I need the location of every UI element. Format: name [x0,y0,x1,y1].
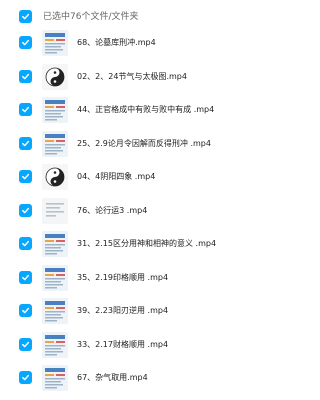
file-row[interactable]: 67、杂气取用.mp4 [0,361,280,394]
file-checkbox-icon[interactable] [19,69,32,83]
video-thumbnail [42,63,68,90]
file-checkbox-icon[interactable] [19,304,32,317]
file-row[interactable]: 44、正官格成中有败与败中有成 .mp4 [0,93,280,126]
video-thumbnail [42,97,68,123]
file-name: 39、2.23阳刃逆用 .mp4 [77,306,169,315]
selection-count-text: 已选中76个文件/文件夹 [43,12,139,22]
video-thumbnail [42,365,68,391]
file-checkbox-icon[interactable] [19,371,32,384]
video-thumbnail [42,298,68,324]
file-name: 68、论墓库刑冲.mp4 [77,38,156,47]
video-thumbnail [42,30,68,56]
file-checkbox-icon[interactable] [19,170,32,183]
file-name: 67、杂气取用.mp4 [77,373,148,382]
file-name: 04、4阴阳四象 .mp4 [77,172,156,181]
video-thumbnail [42,164,68,190]
file-checkbox-icon[interactable] [19,36,32,49]
video-thumbnail [42,231,68,257]
file-name: 44、正官格成中有败与败中有成 .mp4 [77,105,215,114]
file-row[interactable]: 31、2.15区分用神和相神的意义 .mp4 [0,227,280,260]
file-row[interactable]: 02、2、24节气与太极图.mp4 [0,60,280,93]
file-row[interactable]: 68、论墓库刑冲.mp4 [0,26,280,59]
file-checkbox-icon[interactable] [19,237,32,250]
file-checkbox-icon[interactable] [19,136,32,150]
file-row[interactable]: 39、2.23阳刃逆用 .mp4 [0,294,280,327]
file-row[interactable]: 04、4阴阳四象 .mp4 [0,160,280,193]
file-name: 35、2.19印格顺用 .mp4 [77,272,169,282]
file-name: 25、2.9论月令因解而反得刑冲 .mp4 [77,138,211,148]
file-row[interactable]: 76、论行运3 .mp4 [0,194,280,227]
file-checkbox-icon[interactable] [19,270,32,284]
file-row[interactable]: 33、2.17财格顺用 .mp4 [0,328,280,361]
file-name: 33、2.17财格顺用 .mp4 [77,339,169,349]
select-all-checkbox-icon[interactable] [19,10,32,23]
file-name: 76、论行运3 .mp4 [77,205,148,215]
video-thumbnail [42,197,68,224]
file-checkbox-icon[interactable] [19,103,32,116]
file-checkbox-icon[interactable] [19,337,32,351]
video-thumbnail [42,130,68,157]
video-thumbnail [42,264,68,291]
file-checkbox-icon[interactable] [19,203,32,217]
file-name: 02、2、24节气与太极图.mp4 [77,71,187,81]
file-row[interactable]: 35、2.19印格顺用 .mp4 [0,261,280,294]
video-thumbnail [42,331,68,358]
file-name: 31、2.15区分用神和相神的意义 .mp4 [77,239,217,248]
file-row[interactable]: 25、2.9论月令因解而反得刑冲 .mp4 [0,127,280,160]
